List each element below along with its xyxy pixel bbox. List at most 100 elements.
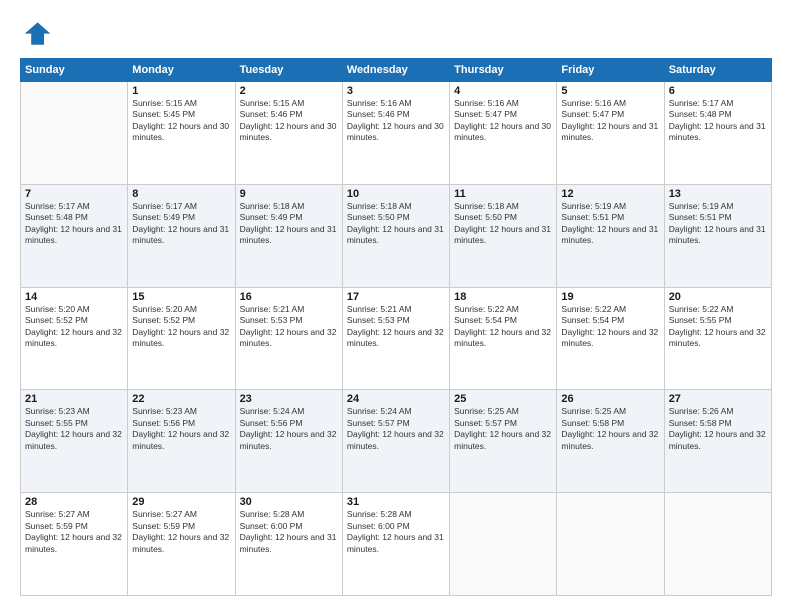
day-number: 6 [669,85,767,97]
table-row: 4Sunrise: 5:16 AMSunset: 5:47 PMDaylight… [450,82,557,185]
cell-info: Sunrise: 5:17 AMSunset: 5:48 PMDaylight:… [25,201,123,247]
cell-info: Sunrise: 5:20 AMSunset: 5:52 PMDaylight:… [132,304,230,350]
table-row: 20Sunrise: 5:22 AMSunset: 5:55 PMDayligh… [664,287,771,390]
col-header-tuesday: Tuesday [235,59,342,82]
day-number: 22 [132,393,230,405]
table-row [557,493,664,596]
table-row: 24Sunrise: 5:24 AMSunset: 5:57 PMDayligh… [342,390,449,493]
table-row: 15Sunrise: 5:20 AMSunset: 5:52 PMDayligh… [128,287,235,390]
cell-info: Sunrise: 5:16 AMSunset: 5:46 PMDaylight:… [347,98,445,144]
table-row: 29Sunrise: 5:27 AMSunset: 5:59 PMDayligh… [128,493,235,596]
table-row: 10Sunrise: 5:18 AMSunset: 5:50 PMDayligh… [342,184,449,287]
cell-info: Sunrise: 5:28 AMSunset: 6:00 PMDaylight:… [347,509,445,555]
logo-icon [20,16,52,48]
day-number: 10 [347,188,445,200]
day-number: 30 [240,496,338,508]
calendar-week-4: 21Sunrise: 5:23 AMSunset: 5:55 PMDayligh… [21,390,772,493]
day-number: 23 [240,393,338,405]
cell-info: Sunrise: 5:23 AMSunset: 5:55 PMDaylight:… [25,406,123,452]
cell-info: Sunrise: 5:18 AMSunset: 5:49 PMDaylight:… [240,201,338,247]
col-header-sunday: Sunday [21,59,128,82]
table-row: 21Sunrise: 5:23 AMSunset: 5:55 PMDayligh… [21,390,128,493]
day-number: 9 [240,188,338,200]
day-number: 21 [25,393,123,405]
cell-info: Sunrise: 5:22 AMSunset: 5:55 PMDaylight:… [669,304,767,350]
cell-info: Sunrise: 5:25 AMSunset: 5:57 PMDaylight:… [454,406,552,452]
cell-info: Sunrise: 5:26 AMSunset: 5:58 PMDaylight:… [669,406,767,452]
table-row: 14Sunrise: 5:20 AMSunset: 5:52 PMDayligh… [21,287,128,390]
col-header-monday: Monday [128,59,235,82]
col-header-wednesday: Wednesday [342,59,449,82]
header [20,16,772,48]
day-number: 29 [132,496,230,508]
cell-info: Sunrise: 5:18 AMSunset: 5:50 PMDaylight:… [347,201,445,247]
day-number: 15 [132,291,230,303]
table-row: 6Sunrise: 5:17 AMSunset: 5:48 PMDaylight… [664,82,771,185]
table-row [21,82,128,185]
table-row: 3Sunrise: 5:16 AMSunset: 5:46 PMDaylight… [342,82,449,185]
cell-info: Sunrise: 5:21 AMSunset: 5:53 PMDaylight:… [347,304,445,350]
calendar-table: SundayMondayTuesdayWednesdayThursdayFrid… [20,58,772,596]
table-row: 23Sunrise: 5:24 AMSunset: 5:56 PMDayligh… [235,390,342,493]
cell-info: Sunrise: 5:22 AMSunset: 5:54 PMDaylight:… [454,304,552,350]
day-number: 26 [561,393,659,405]
col-header-saturday: Saturday [664,59,771,82]
table-row: 25Sunrise: 5:25 AMSunset: 5:57 PMDayligh… [450,390,557,493]
day-number: 24 [347,393,445,405]
day-number: 5 [561,85,659,97]
table-row [664,493,771,596]
cell-info: Sunrise: 5:24 AMSunset: 5:57 PMDaylight:… [347,406,445,452]
day-number: 20 [669,291,767,303]
table-row [450,493,557,596]
day-number: 11 [454,188,552,200]
table-row: 22Sunrise: 5:23 AMSunset: 5:56 PMDayligh… [128,390,235,493]
cell-info: Sunrise: 5:20 AMSunset: 5:52 PMDaylight:… [25,304,123,350]
day-number: 16 [240,291,338,303]
day-number: 14 [25,291,123,303]
cell-info: Sunrise: 5:15 AMSunset: 5:46 PMDaylight:… [240,98,338,144]
table-row: 5Sunrise: 5:16 AMSunset: 5:47 PMDaylight… [557,82,664,185]
cell-info: Sunrise: 5:21 AMSunset: 5:53 PMDaylight:… [240,304,338,350]
cell-info: Sunrise: 5:15 AMSunset: 5:45 PMDaylight:… [132,98,230,144]
page: SundayMondayTuesdayWednesdayThursdayFrid… [0,0,792,612]
col-header-thursday: Thursday [450,59,557,82]
table-row: 1Sunrise: 5:15 AMSunset: 5:45 PMDaylight… [128,82,235,185]
table-row: 13Sunrise: 5:19 AMSunset: 5:51 PMDayligh… [664,184,771,287]
cell-info: Sunrise: 5:19 AMSunset: 5:51 PMDaylight:… [561,201,659,247]
cell-info: Sunrise: 5:27 AMSunset: 5:59 PMDaylight:… [25,509,123,555]
table-row: 30Sunrise: 5:28 AMSunset: 6:00 PMDayligh… [235,493,342,596]
cell-info: Sunrise: 5:23 AMSunset: 5:56 PMDaylight:… [132,406,230,452]
cell-info: Sunrise: 5:19 AMSunset: 5:51 PMDaylight:… [669,201,767,247]
day-number: 2 [240,85,338,97]
cell-info: Sunrise: 5:24 AMSunset: 5:56 PMDaylight:… [240,406,338,452]
day-number: 25 [454,393,552,405]
logo [20,16,56,48]
day-number: 19 [561,291,659,303]
cell-info: Sunrise: 5:17 AMSunset: 5:48 PMDaylight:… [669,98,767,144]
cell-info: Sunrise: 5:27 AMSunset: 5:59 PMDaylight:… [132,509,230,555]
calendar-week-3: 14Sunrise: 5:20 AMSunset: 5:52 PMDayligh… [21,287,772,390]
table-row: 26Sunrise: 5:25 AMSunset: 5:58 PMDayligh… [557,390,664,493]
cell-info: Sunrise: 5:16 AMSunset: 5:47 PMDaylight:… [454,98,552,144]
col-header-friday: Friday [557,59,664,82]
day-number: 7 [25,188,123,200]
table-row: 9Sunrise: 5:18 AMSunset: 5:49 PMDaylight… [235,184,342,287]
day-number: 31 [347,496,445,508]
table-row: 7Sunrise: 5:17 AMSunset: 5:48 PMDaylight… [21,184,128,287]
day-number: 13 [669,188,767,200]
day-number: 4 [454,85,552,97]
table-row: 8Sunrise: 5:17 AMSunset: 5:49 PMDaylight… [128,184,235,287]
table-row: 31Sunrise: 5:28 AMSunset: 6:00 PMDayligh… [342,493,449,596]
table-row: 2Sunrise: 5:15 AMSunset: 5:46 PMDaylight… [235,82,342,185]
table-row: 28Sunrise: 5:27 AMSunset: 5:59 PMDayligh… [21,493,128,596]
day-number: 28 [25,496,123,508]
day-number: 27 [669,393,767,405]
calendar-week-2: 7Sunrise: 5:17 AMSunset: 5:48 PMDaylight… [21,184,772,287]
calendar-week-5: 28Sunrise: 5:27 AMSunset: 5:59 PMDayligh… [21,493,772,596]
cell-info: Sunrise: 5:28 AMSunset: 6:00 PMDaylight:… [240,509,338,555]
day-number: 3 [347,85,445,97]
table-row: 19Sunrise: 5:22 AMSunset: 5:54 PMDayligh… [557,287,664,390]
day-number: 17 [347,291,445,303]
day-number: 18 [454,291,552,303]
day-number: 1 [132,85,230,97]
